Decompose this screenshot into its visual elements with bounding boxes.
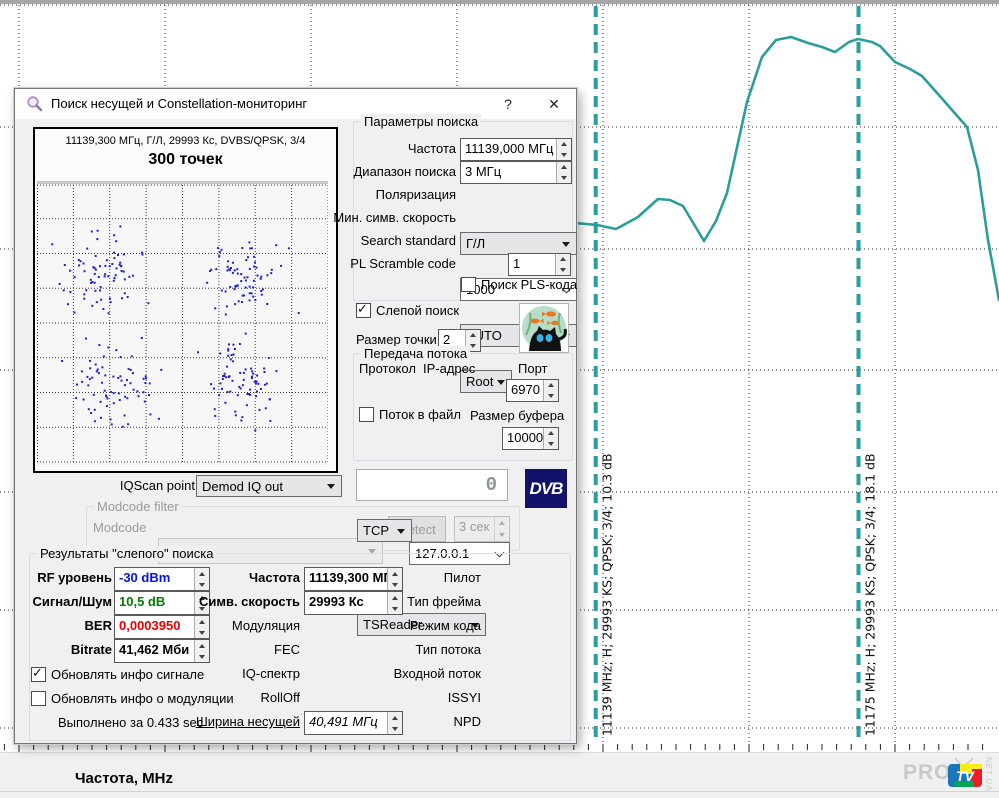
stream-type-label: Тип потока xyxy=(415,642,481,658)
ip-label: IP-адрес xyxy=(423,361,475,377)
result-symrate-label: Симв. скорость xyxy=(199,594,300,610)
pl-scramble-label: PL Scramble code xyxy=(350,256,456,272)
elapsed-label: Выполнено за 0.433 sec xyxy=(58,715,203,731)
dialog-title: Поиск несущей и Constellation-мониторинг xyxy=(51,96,307,111)
search-params-label: Параметры поиска xyxy=(361,114,481,129)
fec-label: FEC xyxy=(274,642,300,658)
iq-spectrum-label: IQ-спектр xyxy=(242,666,300,682)
result-freq-label: Частота xyxy=(249,570,300,586)
results-group-label: Результаты "слепого" поиска xyxy=(37,546,216,561)
modcode-group-label: Modcode filter xyxy=(94,499,182,514)
protocol-select[interactable]: TCP xyxy=(357,519,412,542)
constellation-plot xyxy=(37,181,328,467)
spinner-buttons[interactable] xyxy=(194,640,209,662)
carrier-width-label[interactable]: Ширина несущей xyxy=(196,714,300,730)
help-button[interactable]: ? xyxy=(497,93,519,115)
freq-spinner[interactable]: 11139,000 МГц xyxy=(460,138,572,161)
iqscan-select[interactable]: Demod IQ out xyxy=(196,475,342,497)
rf-level-spinner[interactable]: -30 dBm xyxy=(114,567,210,591)
close-button[interactable]: ✕ xyxy=(543,93,565,115)
spinner-buttons[interactable] xyxy=(556,139,571,160)
bitrate-spinner[interactable]: 41,462 Мби xyxy=(114,639,210,663)
range-spinner[interactable]: 3 МГц xyxy=(460,161,572,184)
snr-spinner[interactable]: 10,5 dB xyxy=(114,591,210,615)
watermark-netua: NET.UA xyxy=(984,757,993,791)
protocol-label: Протокол xyxy=(359,361,416,377)
x-axis-title: Частота, MHz xyxy=(75,770,173,787)
spinner-buttons[interactable] xyxy=(555,254,570,275)
dialog-titlebar[interactable]: Поиск несущей и Constellation-мониторинг… xyxy=(15,89,576,119)
svg-text:TV: TV xyxy=(956,768,976,784)
progress-digit: 0 xyxy=(486,474,497,496)
pls-search-checkbox[interactable]: Поиск PLS-кода xyxy=(461,277,577,292)
modulation-label: Модуляция xyxy=(232,618,300,634)
spinner-buttons[interactable] xyxy=(543,428,558,449)
stream-to-file-checkbox[interactable]: Поток в файл xyxy=(359,407,461,422)
ber-spinner[interactable]: 0,0003950 xyxy=(114,615,210,639)
frame-type-label: Тип фрейма xyxy=(407,594,481,610)
issyi-label: ISSYI xyxy=(448,690,481,706)
freq-label: Частота xyxy=(408,141,456,157)
bitrate-label: Bitrate xyxy=(71,642,112,658)
rf-level-label: RF уровень xyxy=(37,570,112,586)
update-signal-checkbox[interactable]: Обновлять инфо сигнале xyxy=(31,667,204,682)
magnifier-icon xyxy=(26,95,44,113)
npd-label: NPD xyxy=(454,714,481,730)
dvb-logo: DVB xyxy=(525,469,567,508)
snr-label: Сигнал/Шум xyxy=(33,594,113,610)
blind-search-checkbox[interactable]: Слепой поиск xyxy=(356,303,459,318)
screen: 11139 MHz; H; 29993 KS; QPSK; 3/4; 10.3 … xyxy=(0,0,999,798)
port-spinner[interactable]: 6970 xyxy=(506,379,559,402)
constellation-panel: 11139,300 МГц, Г/Л, 29993 Кс, DVBS/QPSK,… xyxy=(33,127,338,473)
spinner-buttons[interactable] xyxy=(194,616,209,638)
watermark-pro: PRO xyxy=(903,761,952,785)
code-mode-label: Режим кода xyxy=(410,618,481,634)
modcode-label: Modcode xyxy=(93,520,146,536)
spinner-buttons[interactable] xyxy=(556,162,571,183)
buffer-size-label: Размер буфера xyxy=(470,408,564,424)
marker-label: 11175 MHz; H; 29993 KS; QPSK; 3/4; 18.1 … xyxy=(863,453,878,736)
search-standard-label: Search standard xyxy=(361,233,456,249)
input-stream-label: Входной поток xyxy=(394,666,481,682)
detect-interval-spinner: 3 сек xyxy=(454,516,510,542)
polarization-select[interactable]: Г/Л xyxy=(460,232,577,255)
spinner-buttons[interactable] xyxy=(543,380,558,401)
min-symbolrate-label: Мин. симв. скорость xyxy=(333,210,456,226)
pilot-label: Пилот xyxy=(444,570,481,586)
ber-label: BER xyxy=(85,618,112,634)
range-label: Диапазон поиска xyxy=(354,164,457,180)
marker-label: 11139 MHz; H; 29993 KS; QPSK; 3/4; 10.3 … xyxy=(600,453,615,736)
port-label: Порт xyxy=(518,361,547,377)
window-top-edge xyxy=(0,0,999,4)
result-symrate-spinner[interactable]: 29993 Кс xyxy=(304,591,403,615)
stream-group-label: Передача потока xyxy=(361,346,470,361)
tv-logo-icon: TV xyxy=(946,757,986,789)
pl-scramble-value-spinner[interactable]: 1 xyxy=(508,253,571,276)
spinner-buttons[interactable] xyxy=(387,712,402,734)
constellation-count: 300 точек xyxy=(35,151,336,169)
spinner-buttons[interactable] xyxy=(387,568,402,590)
constellation-header: 11139,300 МГц, Г/Л, 29993 Кс, DVBS/QPSK,… xyxy=(35,135,336,147)
carrier-search-dialog: Поиск несущей и Constellation-мониторинг… xyxy=(14,88,577,744)
carrier-width-spinner[interactable]: 40,491 МГц xyxy=(304,711,403,735)
spinner-buttons[interactable] xyxy=(194,568,209,590)
progress-indicator: 0 xyxy=(356,469,508,501)
rolloff-label: RollOff xyxy=(261,690,301,706)
buffer-size-spinner[interactable]: 100000 xyxy=(502,427,559,450)
separator-line xyxy=(0,791,999,792)
update-modulation-checkbox[interactable]: Обновлять инфо о модуляции xyxy=(31,691,234,706)
result-freq-spinner[interactable]: 11139,300 МГц xyxy=(304,567,403,591)
spinner-buttons[interactable] xyxy=(387,592,402,614)
polarization-label: Поляризация xyxy=(376,187,456,203)
iqscan-label: IQScan point xyxy=(120,478,195,494)
spinner-buttons xyxy=(494,517,509,541)
aquarium-cat-icon xyxy=(519,303,569,353)
